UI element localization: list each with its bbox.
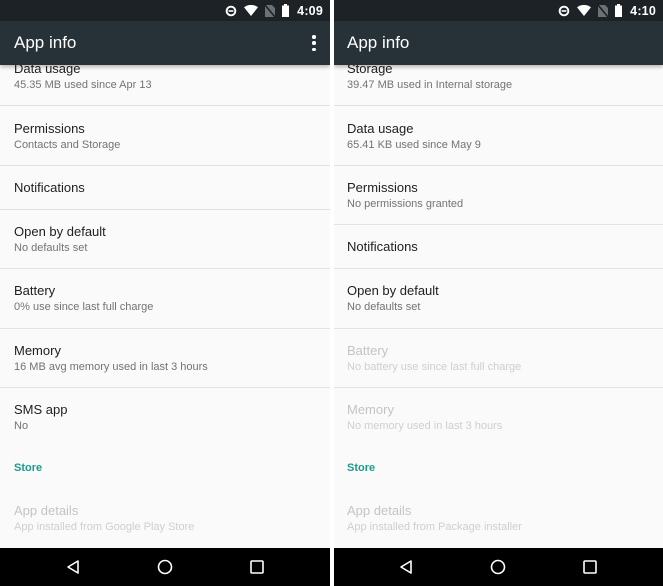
item-title: App details: [14, 503, 79, 518]
screen-right: 4:10 App info Storage 39.47 MB used in I…: [334, 0, 663, 586]
home-icon[interactable]: [489, 558, 507, 576]
item-subtitle: No defaults set: [14, 242, 88, 254]
battery-icon: [615, 4, 623, 17]
navigation-bar: [0, 548, 330, 586]
item-subtitle: 65.41 KB used since May 9: [347, 139, 481, 151]
page-title: App info: [14, 33, 77, 52]
item-title: Memory: [347, 402, 394, 417]
item-subtitle: No permissions granted: [347, 198, 464, 210]
item-subtitle: No memory used in last 3 hours: [347, 420, 503, 432]
do-not-disturb-icon: [225, 5, 237, 17]
list-item-memory: Memory No memory used in last 3 hours: [334, 388, 663, 448]
status-bar: 4:09: [0, 0, 330, 21]
item-subtitle: 0% use since last full charge: [14, 301, 154, 313]
no-sim-icon: [598, 4, 609, 17]
item-title: Permissions: [14, 121, 85, 136]
list-item-battery[interactable]: Battery 0% use since last full charge: [0, 269, 330, 329]
list-item-open-by-default[interactable]: Open by default No defaults set: [0, 210, 330, 269]
item-title: Battery: [347, 343, 389, 358]
wifi-icon: [244, 5, 259, 16]
do-not-disturb-icon: [558, 5, 570, 17]
settings-list[interactable]: Storage 39.47 MB used in Internal storag…: [334, 61, 663, 550]
navigation-bar: [334, 548, 663, 586]
list-item-notifications[interactable]: Notifications: [334, 225, 663, 269]
item-title: SMS app: [14, 402, 68, 417]
back-icon[interactable]: [64, 558, 82, 576]
item-title: Memory: [14, 343, 61, 358]
list-item-permissions[interactable]: Permissions Contacts and Storage: [0, 106, 330, 166]
item-subtitle: App installed from Google Play Store: [14, 521, 195, 533]
item-subtitle: 16 MB avg memory used in last 3 hours: [14, 361, 208, 373]
item-title: Notifications: [14, 180, 85, 195]
recents-icon[interactable]: [581, 558, 599, 576]
item-subtitle: App installed from Package installer: [347, 521, 522, 533]
status-time: 4:09: [297, 3, 323, 18]
list-item-app-details: App details App installed from Package i…: [334, 490, 663, 550]
item-title: Data usage: [347, 121, 414, 136]
list-item-sms-app[interactable]: SMS app No: [0, 388, 330, 448]
item-subtitle: Contacts and Storage: [14, 139, 121, 151]
item-title: Notifications: [347, 239, 418, 254]
item-title: Battery: [14, 283, 56, 298]
app-bar: App info: [0, 21, 330, 65]
list-item-memory[interactable]: Memory 16 MB avg memory used in last 3 h…: [0, 329, 330, 388]
battery-icon: [282, 4, 290, 17]
item-subtitle: No battery use since last full charge: [347, 361, 522, 373]
item-subtitle: 39.47 MB used in Internal storage: [347, 79, 513, 91]
settings-list[interactable]: Data usage 45.35 MB used since Apr 13 Pe…: [0, 61, 330, 550]
overflow-menu-icon[interactable]: [311, 35, 317, 51]
status-time: 4:10: [630, 3, 656, 18]
home-icon[interactable]: [156, 558, 174, 576]
list-item-app-details: App details App installed from Google Pl…: [0, 490, 330, 550]
list-item-battery: Battery No battery use since last full c…: [334, 329, 663, 388]
list-item-notifications[interactable]: Notifications: [0, 166, 330, 210]
item-title: Open by default: [14, 224, 106, 239]
status-bar: 4:10: [334, 0, 663, 21]
section-header-store: Store: [14, 462, 43, 474]
page-title: App info: [347, 33, 410, 52]
item-subtitle: No: [14, 420, 29, 432]
item-subtitle: No defaults set: [347, 301, 421, 313]
list-item-permissions[interactable]: Permissions No permissions granted: [334, 166, 663, 225]
recents-icon[interactable]: [248, 558, 266, 576]
item-subtitle: 45.35 MB used since Apr 13: [14, 79, 152, 91]
item-title: App details: [347, 503, 412, 518]
wifi-icon: [577, 5, 592, 16]
item-title: Open by default: [347, 283, 439, 298]
no-sim-icon: [265, 4, 276, 17]
list-item-data-usage[interactable]: Data usage 65.41 KB used since May 9: [334, 106, 663, 166]
back-icon[interactable]: [397, 558, 415, 576]
list-item-open-by-default[interactable]: Open by default No defaults set: [334, 269, 663, 329]
screen-left: 4:09 App info Data usage 45.35 MB used s…: [0, 0, 330, 586]
app-bar: App info: [334, 21, 663, 65]
section-header-store: Store: [347, 462, 376, 474]
item-title: Permissions: [347, 180, 418, 195]
